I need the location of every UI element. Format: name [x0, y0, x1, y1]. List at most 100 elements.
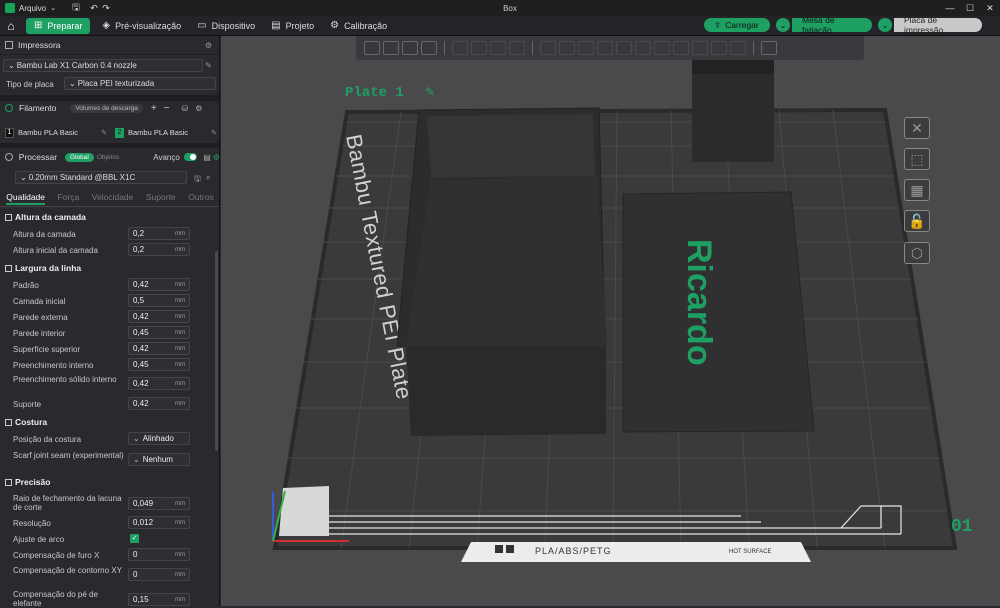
- load-button[interactable]: ⇪ Carregar: [704, 18, 770, 32]
- scarf-seam-select[interactable]: Nenhum: [128, 453, 190, 466]
- tab-calibration[interactable]: ⚙ Calibração: [322, 16, 395, 36]
- save-icon[interactable]: 🖫: [70, 0, 82, 16]
- text-tool-icon[interactable]: [692, 41, 708, 55]
- search-icon[interactable]: ⌕: [206, 173, 210, 183]
- save-preset-icon[interactable]: 🖫: [194, 173, 201, 187]
- paste-icon[interactable]: [471, 41, 487, 55]
- file-menu[interactable]: Arquivo ⌄: [19, 4, 56, 13]
- edit-printer-icon[interactable]: ✎: [205, 61, 212, 70]
- process-preset-select[interactable]: ⌄ 0.20mm Standard @BBL X1C: [15, 171, 187, 184]
- outer-wall-width-input[interactable]: 0,42 mm: [128, 310, 190, 323]
- slice-table-button[interactable]: Mesa de fatiação: [792, 15, 872, 35]
- assembly-icon[interactable]: [730, 41, 746, 55]
- initial-layer-height-input[interactable]: 0,2 mm: [128, 243, 190, 256]
- redo-icon[interactable]: ↷: [100, 3, 112, 14]
- plate-type-select[interactable]: ⌄ Placa PEI texturizada: [64, 77, 216, 90]
- global-toggle[interactable]: Global: [65, 152, 94, 162]
- tab-preview[interactable]: ◈ Pré-visualização: [94, 16, 189, 36]
- subtab-support[interactable]: Suporte: [146, 192, 176, 205]
- maximize-icon[interactable]: ☐: [960, 0, 980, 16]
- plate-settings-icon[interactable]: ⬡: [904, 242, 930, 264]
- default-line-width-input[interactable]: 0,42 mm: [128, 278, 190, 291]
- unit: mm: [175, 313, 185, 320]
- unit: mm: [175, 329, 185, 336]
- tab-project[interactable]: ▤ Projeto: [263, 16, 322, 36]
- edit-icon[interactable]: ✎: [211, 128, 217, 137]
- unit: mm: [175, 230, 185, 237]
- filament-slot-2[interactable]: 2 Bambu PLA Basic ✎: [115, 126, 217, 139]
- printer-settings-icon[interactable]: ⚙: [205, 41, 212, 50]
- minimize-icon[interactable]: —: [940, 0, 960, 16]
- advanced-toggle[interactable]: [183, 153, 198, 161]
- view-cube-icon[interactable]: [761, 41, 777, 55]
- inner-wall-width-input[interactable]: 0,45 mm: [128, 326, 190, 339]
- sidebar-scrollbar[interactable]: [215, 251, 218, 451]
- tab-preparar[interactable]: ⊞ Preparar: [26, 17, 91, 34]
- close-icon[interactable]: ✕: [980, 0, 1000, 16]
- objects-toggle[interactable]: Objetos: [97, 154, 119, 161]
- split-icon[interactable]: [490, 41, 506, 55]
- move-icon[interactable]: [540, 41, 556, 55]
- orient-icon[interactable]: [402, 41, 418, 55]
- orient-plate-icon[interactable]: ⬚: [904, 148, 930, 170]
- settings-list: Altura da camada Altura da camada 0,2 mm …: [0, 208, 214, 606]
- edit-icon[interactable]: ✎: [101, 128, 107, 137]
- undo-icon[interactable]: ↶: [88, 3, 100, 14]
- contour-compensation-input[interactable]: 0 mm: [128, 568, 190, 581]
- cut-icon[interactable]: [616, 41, 632, 55]
- tab-device[interactable]: ▭ Dispositivo: [189, 16, 263, 36]
- 3d-viewport[interactable]: PLA/ABS/PETG HOT SURFACE 01 Plate 1 ✎ Ba…: [221, 36, 1000, 606]
- sparse-infill-width-input[interactable]: 0,45 mm: [128, 358, 190, 371]
- process-settings-icon[interactable]: ⚙: [213, 153, 219, 162]
- color-paint-icon[interactable]: [673, 41, 689, 55]
- hole-compensation-input[interactable]: 0 mm: [128, 548, 190, 561]
- flush-volumes-button[interactable]: Volumes de descarga: [70, 103, 143, 113]
- print-plate-button[interactable]: Placa de impressão: [894, 15, 982, 35]
- support-paint-icon[interactable]: [635, 41, 651, 55]
- close-view-icon[interactable]: ✕: [904, 117, 930, 139]
- measure-icon[interactable]: [711, 41, 727, 55]
- seam-paint-icon[interactable]: [654, 41, 670, 55]
- slice-dropdown-icon[interactable]: ⌄: [776, 18, 790, 32]
- layers-icon[interactable]: [509, 41, 525, 55]
- arrange-plate-icon[interactable]: ▦: [904, 179, 930, 201]
- subtab-strength[interactable]: Força: [58, 192, 80, 205]
- subtab-others[interactable]: Outros: [188, 192, 214, 205]
- unit: mm: [175, 400, 185, 407]
- add-plate-icon[interactable]: [383, 41, 399, 55]
- print-dropdown-icon[interactable]: ⌄: [878, 18, 892, 32]
- sync-icon[interactable]: ⛁: [182, 104, 189, 113]
- filament-slot-1[interactable]: 1 Bambu PLA Basic ✎: [5, 126, 107, 139]
- copy-icon[interactable]: [452, 41, 468, 55]
- resolution-input[interactable]: 0,012 mm: [128, 516, 190, 529]
- slice-closing-radius-input[interactable]: 0,049 mm: [128, 497, 190, 510]
- elephant-foot-input[interactable]: 0,15 mm: [128, 593, 190, 606]
- seam-position-select[interactable]: Alinhado: [128, 432, 190, 445]
- compare-icon[interactable]: ▤: [203, 153, 211, 162]
- tab-label: Dispositivo: [211, 20, 256, 31]
- value: 0,45: [133, 328, 149, 337]
- remove-icon[interactable]: −: [164, 103, 170, 114]
- scale-icon[interactable]: [578, 41, 594, 55]
- arrange-icon[interactable]: [421, 41, 437, 55]
- add-icon[interactable]: +: [151, 103, 157, 114]
- add-object-icon[interactable]: [364, 41, 380, 55]
- chevron-down-icon: ⌄: [8, 61, 15, 70]
- home-icon[interactable]: ⌂: [0, 16, 22, 36]
- solid-infill-width-input[interactable]: 0,42 mm: [128, 377, 190, 390]
- printer-icon: [5, 41, 13, 49]
- filament-settings-icon[interactable]: ⚙: [195, 104, 202, 113]
- top-surface-width-input[interactable]: 0,42 mm: [128, 342, 190, 355]
- initial-layer-width-input[interactable]: 0,5 mm: [128, 294, 190, 307]
- arc-fitting-checkbox[interactable]: ✓: [130, 534, 139, 543]
- object-toolbar: [356, 36, 864, 60]
- lay-on-face-icon[interactable]: [597, 41, 613, 55]
- lock-plate-icon[interactable]: 🔓: [904, 210, 930, 232]
- rotate-icon[interactable]: [559, 41, 575, 55]
- printer-model-select[interactable]: ⌄ Bambu Lab X1 Carbon 0.4 nozzle: [3, 59, 203, 72]
- layer-height-input[interactable]: 0,2 mm: [128, 227, 190, 240]
- support-width-input[interactable]: 0,42 mm: [128, 397, 190, 410]
- subtab-quality[interactable]: Qualidade: [6, 192, 46, 205]
- process-icon: [5, 153, 13, 161]
- subtab-speed[interactable]: Velocidade: [92, 192, 134, 205]
